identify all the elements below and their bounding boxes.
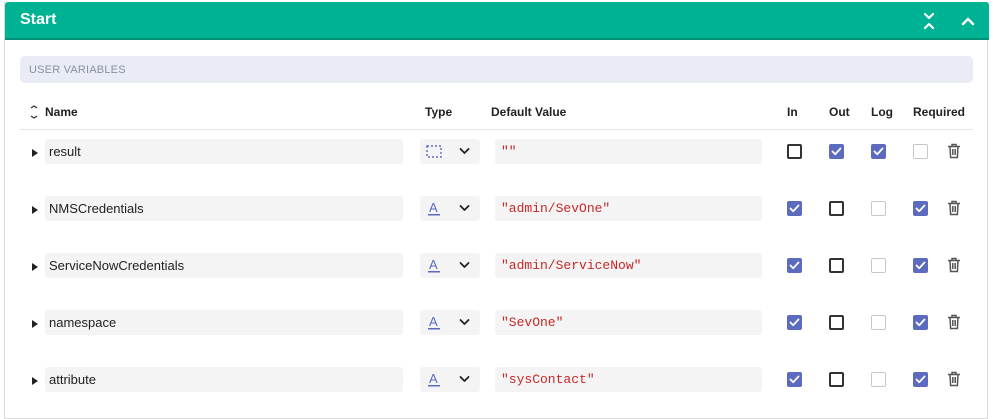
trash-icon[interactable]	[947, 257, 961, 273]
default-value-input[interactable]	[495, 367, 762, 392]
chevron-up-icon[interactable]	[958, 11, 978, 31]
trash-icon[interactable]	[947, 143, 961, 159]
log-checkbox[interactable]	[871, 201, 886, 216]
collapse-all-icon[interactable]	[919, 11, 939, 31]
in-checkbox[interactable]	[787, 372, 802, 387]
expand-caret-icon[interactable]	[31, 146, 39, 157]
in-checkbox[interactable]	[787, 144, 802, 159]
svg-text:A: A	[429, 257, 438, 272]
type-select[interactable]	[420, 139, 480, 164]
trash-icon[interactable]	[947, 371, 961, 387]
variable-name-input[interactable]	[45, 139, 403, 164]
type-select[interactable]: A	[420, 367, 480, 392]
in-checkbox[interactable]	[787, 315, 802, 330]
in-checkbox[interactable]	[787, 258, 802, 273]
column-header-default-value: Default Value	[491, 105, 567, 119]
variable-name-input[interactable]	[45, 367, 403, 392]
chevron-down-icon	[459, 376, 470, 382]
svg-text:A: A	[429, 314, 438, 329]
default-value-input[interactable]	[495, 196, 762, 221]
chevron-down-icon	[459, 205, 470, 211]
out-checkbox[interactable]	[829, 315, 844, 330]
out-checkbox[interactable]	[829, 144, 844, 159]
type-select[interactable]: A	[420, 253, 480, 278]
sort-icon[interactable]	[29, 105, 39, 119]
required-checkbox[interactable]	[913, 372, 928, 387]
table-row: A	[5, 251, 989, 281]
type-select[interactable]: A	[420, 196, 480, 221]
column-header-type: Type	[425, 105, 453, 119]
required-checkbox[interactable]	[913, 201, 928, 216]
variable-name-input[interactable]	[45, 196, 403, 221]
required-checkbox[interactable]	[913, 315, 928, 330]
log-checkbox[interactable]	[871, 315, 886, 330]
column-header-log: Log	[871, 105, 893, 119]
expand-caret-icon[interactable]	[31, 260, 39, 271]
chevron-down-icon	[459, 262, 470, 268]
column-header-out: Out	[829, 105, 850, 119]
variable-name-input[interactable]	[45, 310, 403, 335]
section-label: USER VARIABLES	[29, 64, 126, 76]
log-checkbox[interactable]	[871, 372, 886, 387]
svg-text:A: A	[429, 371, 438, 386]
default-value-input[interactable]	[495, 253, 762, 278]
chevron-down-icon	[459, 148, 470, 154]
trash-icon[interactable]	[947, 200, 961, 216]
column-header-name[interactable]: Name	[45, 105, 78, 119]
chevron-down-icon	[459, 319, 470, 325]
required-checkbox[interactable]	[913, 258, 928, 273]
out-checkbox[interactable]	[829, 201, 844, 216]
type-select[interactable]: A	[420, 310, 480, 335]
user-variables-bar: USER VARIABLES	[20, 56, 973, 83]
table-row: A	[5, 308, 989, 338]
svg-text:A: A	[429, 200, 438, 215]
default-value-input[interactable]	[495, 310, 762, 335]
out-checkbox[interactable]	[829, 372, 844, 387]
start-panel: Start USER VARIABLES Name Type Default V…	[4, 2, 989, 419]
required-checkbox[interactable]	[913, 144, 928, 159]
log-checkbox[interactable]	[871, 258, 886, 273]
expand-caret-icon[interactable]	[31, 374, 39, 385]
expand-caret-icon[interactable]	[31, 317, 39, 328]
default-value-input[interactable]	[495, 139, 762, 164]
variable-name-input[interactable]	[45, 253, 403, 278]
trash-icon[interactable]	[947, 314, 961, 330]
out-checkbox[interactable]	[829, 258, 844, 273]
panel-title: Start	[20, 11, 57, 28]
column-header-in: In	[787, 105, 798, 119]
table-row	[5, 137, 989, 167]
header-divider	[20, 129, 973, 130]
column-header-required: Required	[913, 105, 966, 119]
panel-header: Start	[5, 2, 989, 40]
in-checkbox[interactable]	[787, 201, 802, 216]
table-row: A	[5, 365, 989, 395]
table-row: A	[5, 194, 989, 224]
log-checkbox[interactable]	[871, 144, 886, 159]
expand-caret-icon[interactable]	[31, 203, 39, 214]
